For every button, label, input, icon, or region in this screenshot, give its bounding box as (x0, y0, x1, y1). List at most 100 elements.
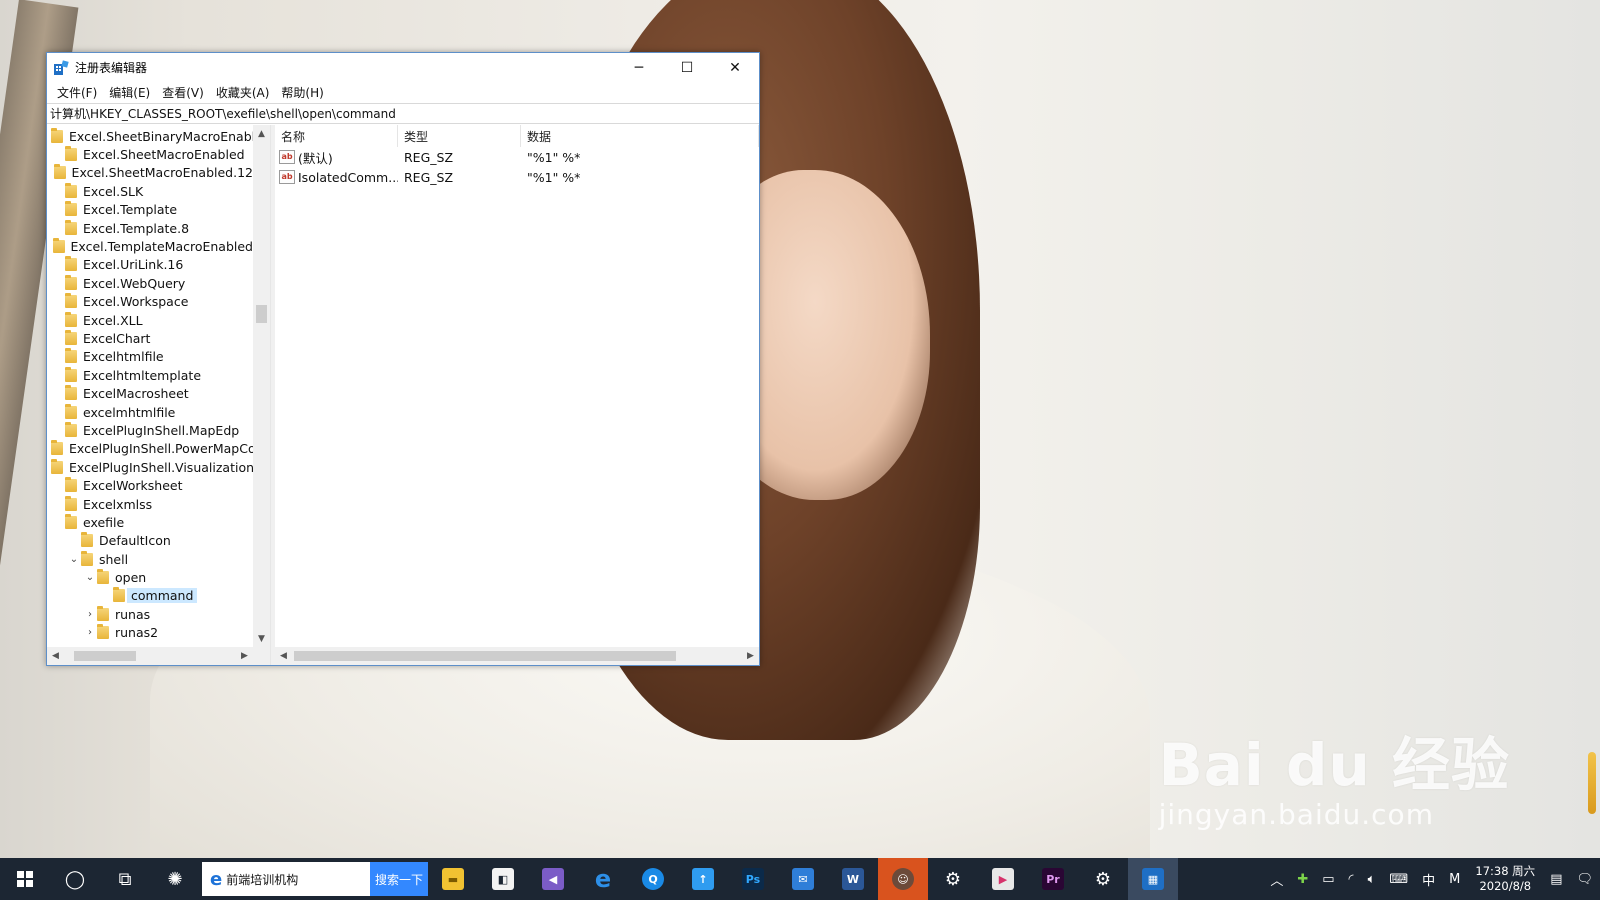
tree-item[interactable]: Excel.Template (47, 201, 253, 219)
minimize-button[interactable]: ─ (615, 53, 663, 82)
chevron-down-icon[interactable]: ⌄ (83, 572, 97, 583)
header-data[interactable]: 数据 (521, 125, 759, 147)
tree-item[interactable]: exefile (47, 513, 253, 531)
tree-item[interactable]: › runas2 (47, 624, 253, 642)
edge-icon[interactable]: e (578, 858, 628, 900)
store-icon[interactable]: ◧ (478, 858, 528, 900)
search-button[interactable]: 搜索一下 (370, 862, 428, 896)
list-hscroll-thumb[interactable] (294, 651, 676, 661)
menu-edit[interactable]: 编辑(E) (103, 84, 156, 101)
tree-item[interactable]: command (47, 587, 253, 605)
tree-item[interactable]: Excelhtmlfile (47, 348, 253, 366)
tree-item[interactable]: ⌄ open (47, 568, 253, 586)
photoshop-icon[interactable]: Ps (728, 858, 778, 900)
tree-item[interactable]: Excel.SLK (47, 182, 253, 200)
file-explorer-icon[interactable]: ▬ (428, 858, 478, 900)
registry-editor-taskbar-icon[interactable]: ▦ (1128, 858, 1178, 900)
tree-item[interactable]: excelmhtmlfile (47, 403, 253, 421)
clock[interactable]: 17:38 周六 2020/8/8 (1467, 864, 1543, 894)
menu-help[interactable]: 帮助(H) (275, 84, 329, 101)
tree-hscroll-track[interactable] (64, 647, 236, 665)
watermark-sub: jingyan.baidu.com (1158, 798, 1434, 831)
tree-item-label: exefile (83, 514, 125, 530)
sogou-icon[interactable]: ✺ (150, 858, 200, 900)
menu-view[interactable]: 查看(V) (156, 84, 210, 101)
window-title: 注册表编辑器 (75, 61, 148, 75)
scroll-down-icon[interactable]: ▼ (253, 630, 270, 647)
tree-item[interactable]: Excel.TemplateMacroEnabled (47, 237, 253, 255)
task-manager-icon[interactable]: ▤ (1543, 872, 1569, 887)
tree-item[interactable]: Excel.Template.8 (47, 219, 253, 237)
tree-item[interactable]: Excelxmlss (47, 495, 253, 513)
value-name-cell: ab IsolatedComm... (275, 170, 398, 185)
tree-item[interactable]: Excel.SheetMacroEnabled.12 (47, 164, 253, 182)
address-bar[interactable]: 计算机\HKEY_CLASSES_ROOT\exefile\shell\open… (47, 103, 759, 124)
tree-item[interactable]: ExcelChart (47, 329, 253, 347)
ime-mode-indicator[interactable]: M (1442, 872, 1467, 887)
tree-hscroll-thumb[interactable] (74, 651, 136, 661)
notification-center-icon[interactable]: 🗨︎ (1569, 872, 1600, 887)
media-player-icon[interactable]: ▶ (978, 858, 1028, 900)
table-row[interactable]: ab IsolatedComm... REG_SZ "%1" %* (275, 167, 759, 187)
tree-item[interactable]: ExcelPlugInShell.MapEdp (47, 421, 253, 439)
battery-icon[interactable]: ▭ (1315, 872, 1341, 887)
tree-item-label: ExcelMacrosheet (83, 386, 189, 402)
tree-horizontal-scrollbar[interactable]: ◀ ▶ (47, 647, 253, 665)
outlook-icon[interactable]: ✉ (778, 858, 828, 900)
menu-favorites[interactable]: 收藏夹(A) (210, 84, 276, 101)
tree-item[interactable]: ExcelPlugInShell.VisualizationLc (47, 458, 253, 476)
keyboard-icon[interactable]: ⌨ (1382, 872, 1415, 887)
scroll-right-icon[interactable]: ▶ (742, 647, 759, 665)
tree-item[interactable]: ⌄ shell (47, 550, 253, 568)
word-icon[interactable]: W (828, 858, 878, 900)
close-button[interactable]: ✕ (711, 53, 759, 82)
scroll-left-icon[interactable]: ◀ (275, 647, 292, 665)
chevron-down-icon[interactable]: ⌄ (67, 554, 81, 565)
ime-indicator[interactable]: 中 (1415, 870, 1442, 889)
value-data: "%1" %* (527, 169, 581, 185)
task-view-icon[interactable]: ⧉ (100, 858, 150, 900)
thunder-icon[interactable]: ↑ (678, 858, 728, 900)
title-bar[interactable]: 注册表编辑器 ─ ☐ ✕ (47, 53, 759, 82)
tree-item[interactable]: Excel.WebQuery (47, 274, 253, 292)
tree-item[interactable]: DefaultIcon (47, 532, 253, 550)
scroll-right-icon[interactable]: ▶ (236, 647, 253, 665)
tree-item[interactable]: ExcelPlugInShell.PowerMapCor (47, 440, 253, 458)
control-panel-gear-icon[interactable]: ⚙ (1078, 858, 1128, 900)
scroll-left-icon[interactable]: ◀ (47, 647, 64, 665)
menu-file[interactable]: 文件(F) (51, 84, 103, 101)
tree-item[interactable]: Excelhtmltemplate (47, 366, 253, 384)
maximize-button[interactable]: ☐ (663, 53, 711, 82)
chevron-right-icon[interactable]: › (83, 609, 97, 620)
security-shield-icon[interactable]: ✚ (1290, 872, 1315, 887)
scroll-up-icon[interactable]: ▲ (253, 125, 270, 142)
list-hscroll-track[interactable] (292, 647, 742, 665)
tree-item[interactable]: Excel.SheetMacroEnabled (47, 145, 253, 163)
volume-icon[interactable]: 🔈︎ (1361, 872, 1383, 887)
chevron-right-icon[interactable]: › (83, 627, 97, 638)
tree-item[interactable]: Excel.Workspace (47, 293, 253, 311)
settings-gear-icon[interactable]: ⚙ (928, 858, 978, 900)
premiere-icon[interactable]: Pr (1028, 858, 1078, 900)
ie-address-box[interactable]: e 前端培训机构 (202, 862, 370, 896)
tree-vertical-scrollbar[interactable]: ▲ ▼ (253, 125, 270, 647)
visual-studio-icon[interactable]: ◀ (528, 858, 578, 900)
header-name[interactable]: 名称 (275, 125, 398, 147)
table-row[interactable]: ab (默认) REG_SZ "%1" %* (275, 147, 759, 167)
tree-item-label: Excel.TemplateMacroEnabled (70, 239, 253, 255)
tree-item[interactable]: Excel.UriLink.16 (47, 256, 253, 274)
start-button[interactable] (0, 858, 50, 900)
wifi-icon[interactable]: ◜ (1342, 872, 1361, 887)
cortana-search-icon[interactable]: ◯ (50, 858, 100, 900)
avatar-app-icon[interactable]: ☺ (878, 858, 928, 900)
browser-icon[interactable]: Q (628, 858, 678, 900)
tree-item[interactable]: Excel.SheetBinaryMacroEnable (47, 127, 253, 145)
tree-item[interactable]: Excel.XLL (47, 311, 253, 329)
show-hidden-icons-chevron-icon[interactable]: ︿ (1263, 870, 1290, 889)
tree-vscroll-thumb[interactable] (256, 305, 267, 323)
header-type[interactable]: 类型 (398, 125, 521, 147)
tree-item[interactable]: › runas (47, 605, 253, 623)
tree-item[interactable]: ExcelWorksheet (47, 476, 253, 494)
tree-item[interactable]: ExcelMacrosheet (47, 384, 253, 402)
list-horizontal-scrollbar[interactable]: ◀ ▶ (275, 647, 759, 665)
